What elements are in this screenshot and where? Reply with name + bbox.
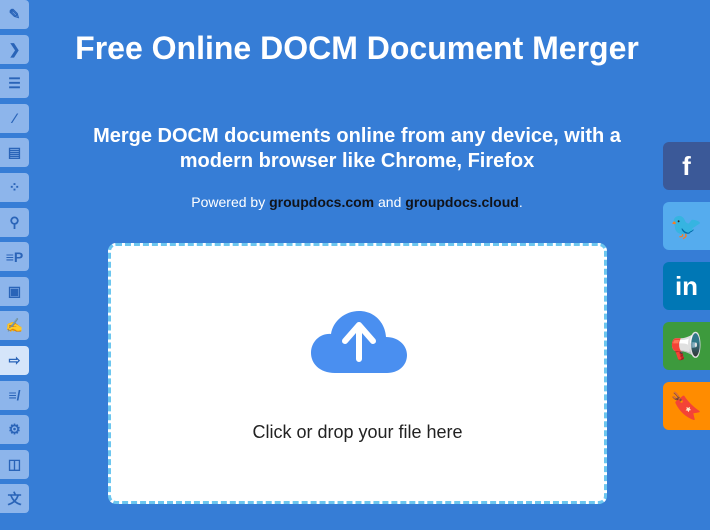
- sidebar-item-edit-annotate[interactable]: ✎: [0, 0, 29, 29]
- sidebar-item-signature[interactable]: ⁄: [0, 103, 29, 133]
- powered-middle: and: [374, 194, 406, 210]
- sidebar-item-search[interactable]: ⚲: [0, 207, 29, 237]
- signature-icon: ⁄: [13, 110, 16, 127]
- sidebar-item-document-frame[interactable]: ▤: [0, 138, 29, 168]
- file-drop-zone[interactable]: Click or drop your file here: [108, 243, 607, 504]
- watermark-icon: ≡/: [8, 387, 21, 404]
- share-bookmark-button[interactable]: 🔖: [663, 382, 710, 430]
- merger-icon: ⇨: [8, 352, 21, 368]
- groupdocs-com-link[interactable]: groupdocs.com: [269, 194, 374, 210]
- sidebar-item-viewer[interactable]: ☰: [0, 69, 29, 99]
- document-frame-icon: ▤: [7, 144, 22, 161]
- share-twitter-button[interactable]: 🐦: [663, 202, 710, 250]
- powered-suffix: .: [518, 194, 523, 210]
- facebook-icon: f: [682, 150, 691, 181]
- image-icon: ▣: [7, 282, 22, 299]
- redaction-icon: ⁘: [8, 179, 21, 195]
- viewer-icon: ☰: [8, 75, 21, 92]
- compare-icon: ◫: [7, 455, 22, 472]
- sidebar-item-parser[interactable]: ≡P: [0, 242, 29, 272]
- share-linkedin-button[interactable]: in: [663, 262, 710, 310]
- sidebar-item-watermark[interactable]: ≡/: [0, 380, 29, 410]
- sidebar-item-compare[interactable]: ◫: [0, 449, 29, 479]
- sidebar-item-merger[interactable]: ⇨: [0, 346, 29, 375]
- diagram-icon: ⚙: [8, 421, 21, 438]
- linkedin-icon: in: [674, 270, 699, 301]
- sidebar-item-chevron-right[interactable]: ❯: [0, 34, 29, 64]
- sidebar-item-diagram[interactable]: ⚙: [0, 415, 29, 445]
- announce-icon: 📢: [670, 330, 703, 361]
- twitter-icon: 🐦: [670, 210, 703, 241]
- sidebar-item-translate[interactable]: 文: [0, 484, 29, 514]
- search-icon: ⚲: [9, 213, 20, 230]
- groupdocs-cloud-link[interactable]: groupdocs.cloud: [405, 194, 519, 210]
- parser-icon: ≡P: [5, 248, 24, 265]
- translate-icon: 文: [7, 490, 22, 507]
- bookmark-icon: 🔖: [670, 390, 703, 421]
- editor-icon: ✍: [5, 317, 24, 334]
- edit-annotate-icon: ✎: [8, 6, 21, 22]
- powered-by: Powered by groupdocs.com and groupdocs.c…: [60, 194, 654, 210]
- page-subtitle: Merge DOCM documents online from any dev…: [93, 125, 621, 172]
- sidebar-item-editor[interactable]: ✍: [0, 311, 29, 341]
- share-announce-button[interactable]: 📢: [663, 322, 710, 370]
- share-facebook-button[interactable]: f: [663, 142, 710, 190]
- page-title: Free Online DOCM Document Merger: [75, 30, 639, 66]
- upload-label: Click or drop your file here: [252, 422, 463, 442]
- powered-prefix: Powered by: [191, 194, 270, 210]
- sidebar-item-image[interactable]: ▣: [0, 276, 29, 306]
- upload-cloud-icon: [311, 311, 407, 373]
- chevron-right-icon: ❯: [8, 40, 21, 57]
- sidebar-item-redaction[interactable]: ⁘: [0, 173, 29, 202]
